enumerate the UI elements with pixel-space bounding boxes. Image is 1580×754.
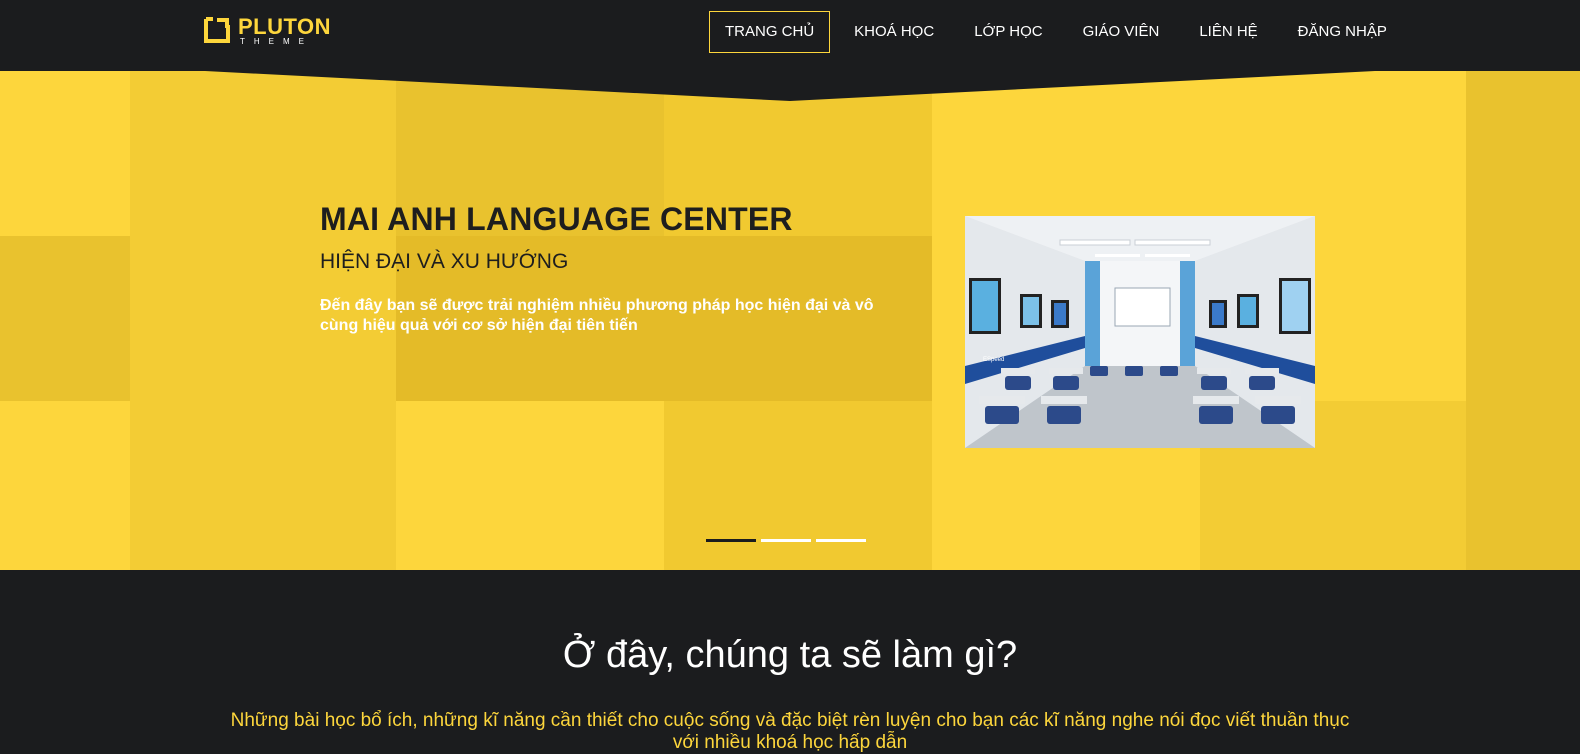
classroom-sign: ESpeed <box>983 357 1004 363</box>
slide-indicator-1[interactable] <box>706 539 756 542</box>
hero-slider: MAI ANH LANGUAGE CENTER HIỆN ĐẠI VÀ XU H… <box>0 71 1580 570</box>
hero-text-block: MAI ANH LANGUAGE CENTER HIỆN ĐẠI VÀ XU H… <box>320 201 880 336</box>
hero-description: Đến đây bạn sẽ được trải nghiệm nhiều ph… <box>320 297 874 334</box>
nav-item-dang-nhap[interactable]: ĐĂNG NHẬP <box>1278 11 1407 53</box>
slide-indicator-2[interactable] <box>761 539 811 542</box>
hero-title: MAI ANH LANGUAGE CENTER <box>320 201 793 237</box>
bg-tile <box>396 401 664 570</box>
hero-top-notch <box>0 71 1580 101</box>
nav-item-lien-he[interactable]: LIÊN HỆ <box>1179 11 1277 53</box>
logo-bracket-icon <box>204 17 230 43</box>
nav-item-giao-vien[interactable]: GIÁO VIÊN <box>1063 11 1180 53</box>
main-nav: TRANG CHỦ KHOÁ HỌC LỚP HỌC GIÁO VIÊN LIÊ… <box>709 11 1407 53</box>
classroom-illustration: ESpeed <box>965 216 1315 448</box>
logo-subtitle: THEME <box>240 37 313 46</box>
nav-item-lop-hoc[interactable]: LỚP HỌC <box>954 11 1062 53</box>
section-title: Ở đây, chúng ta sẽ làm gì? <box>562 634 1018 676</box>
slide-indicator-3[interactable] <box>816 539 866 542</box>
slider-indicators <box>706 539 866 542</box>
nav-item-khoa-hoc[interactable]: KHOÁ HỌC <box>834 11 954 53</box>
bg-tile <box>1466 401 1580 570</box>
hero-subtitle: HIỆN ĐẠI VÀ XU HƯỚNG <box>320 250 569 273</box>
services-section: Ở đây, chúng ta sẽ làm gì? Những bài học… <box>0 570 1580 753</box>
classroom-image: ESpeed <box>965 216 1315 448</box>
logo[interactable]: PLUTON THEME <box>204 14 334 48</box>
nav-item-trang-chu[interactable]: TRANG CHỦ <box>709 11 831 53</box>
top-navbar: PLUTON THEME TRANG CHỦ KHOÁ HỌC LỚP HỌC … <box>0 0 1580 71</box>
section-description: Những bài học bổ ích, những kĩ năng cần … <box>230 710 1350 753</box>
